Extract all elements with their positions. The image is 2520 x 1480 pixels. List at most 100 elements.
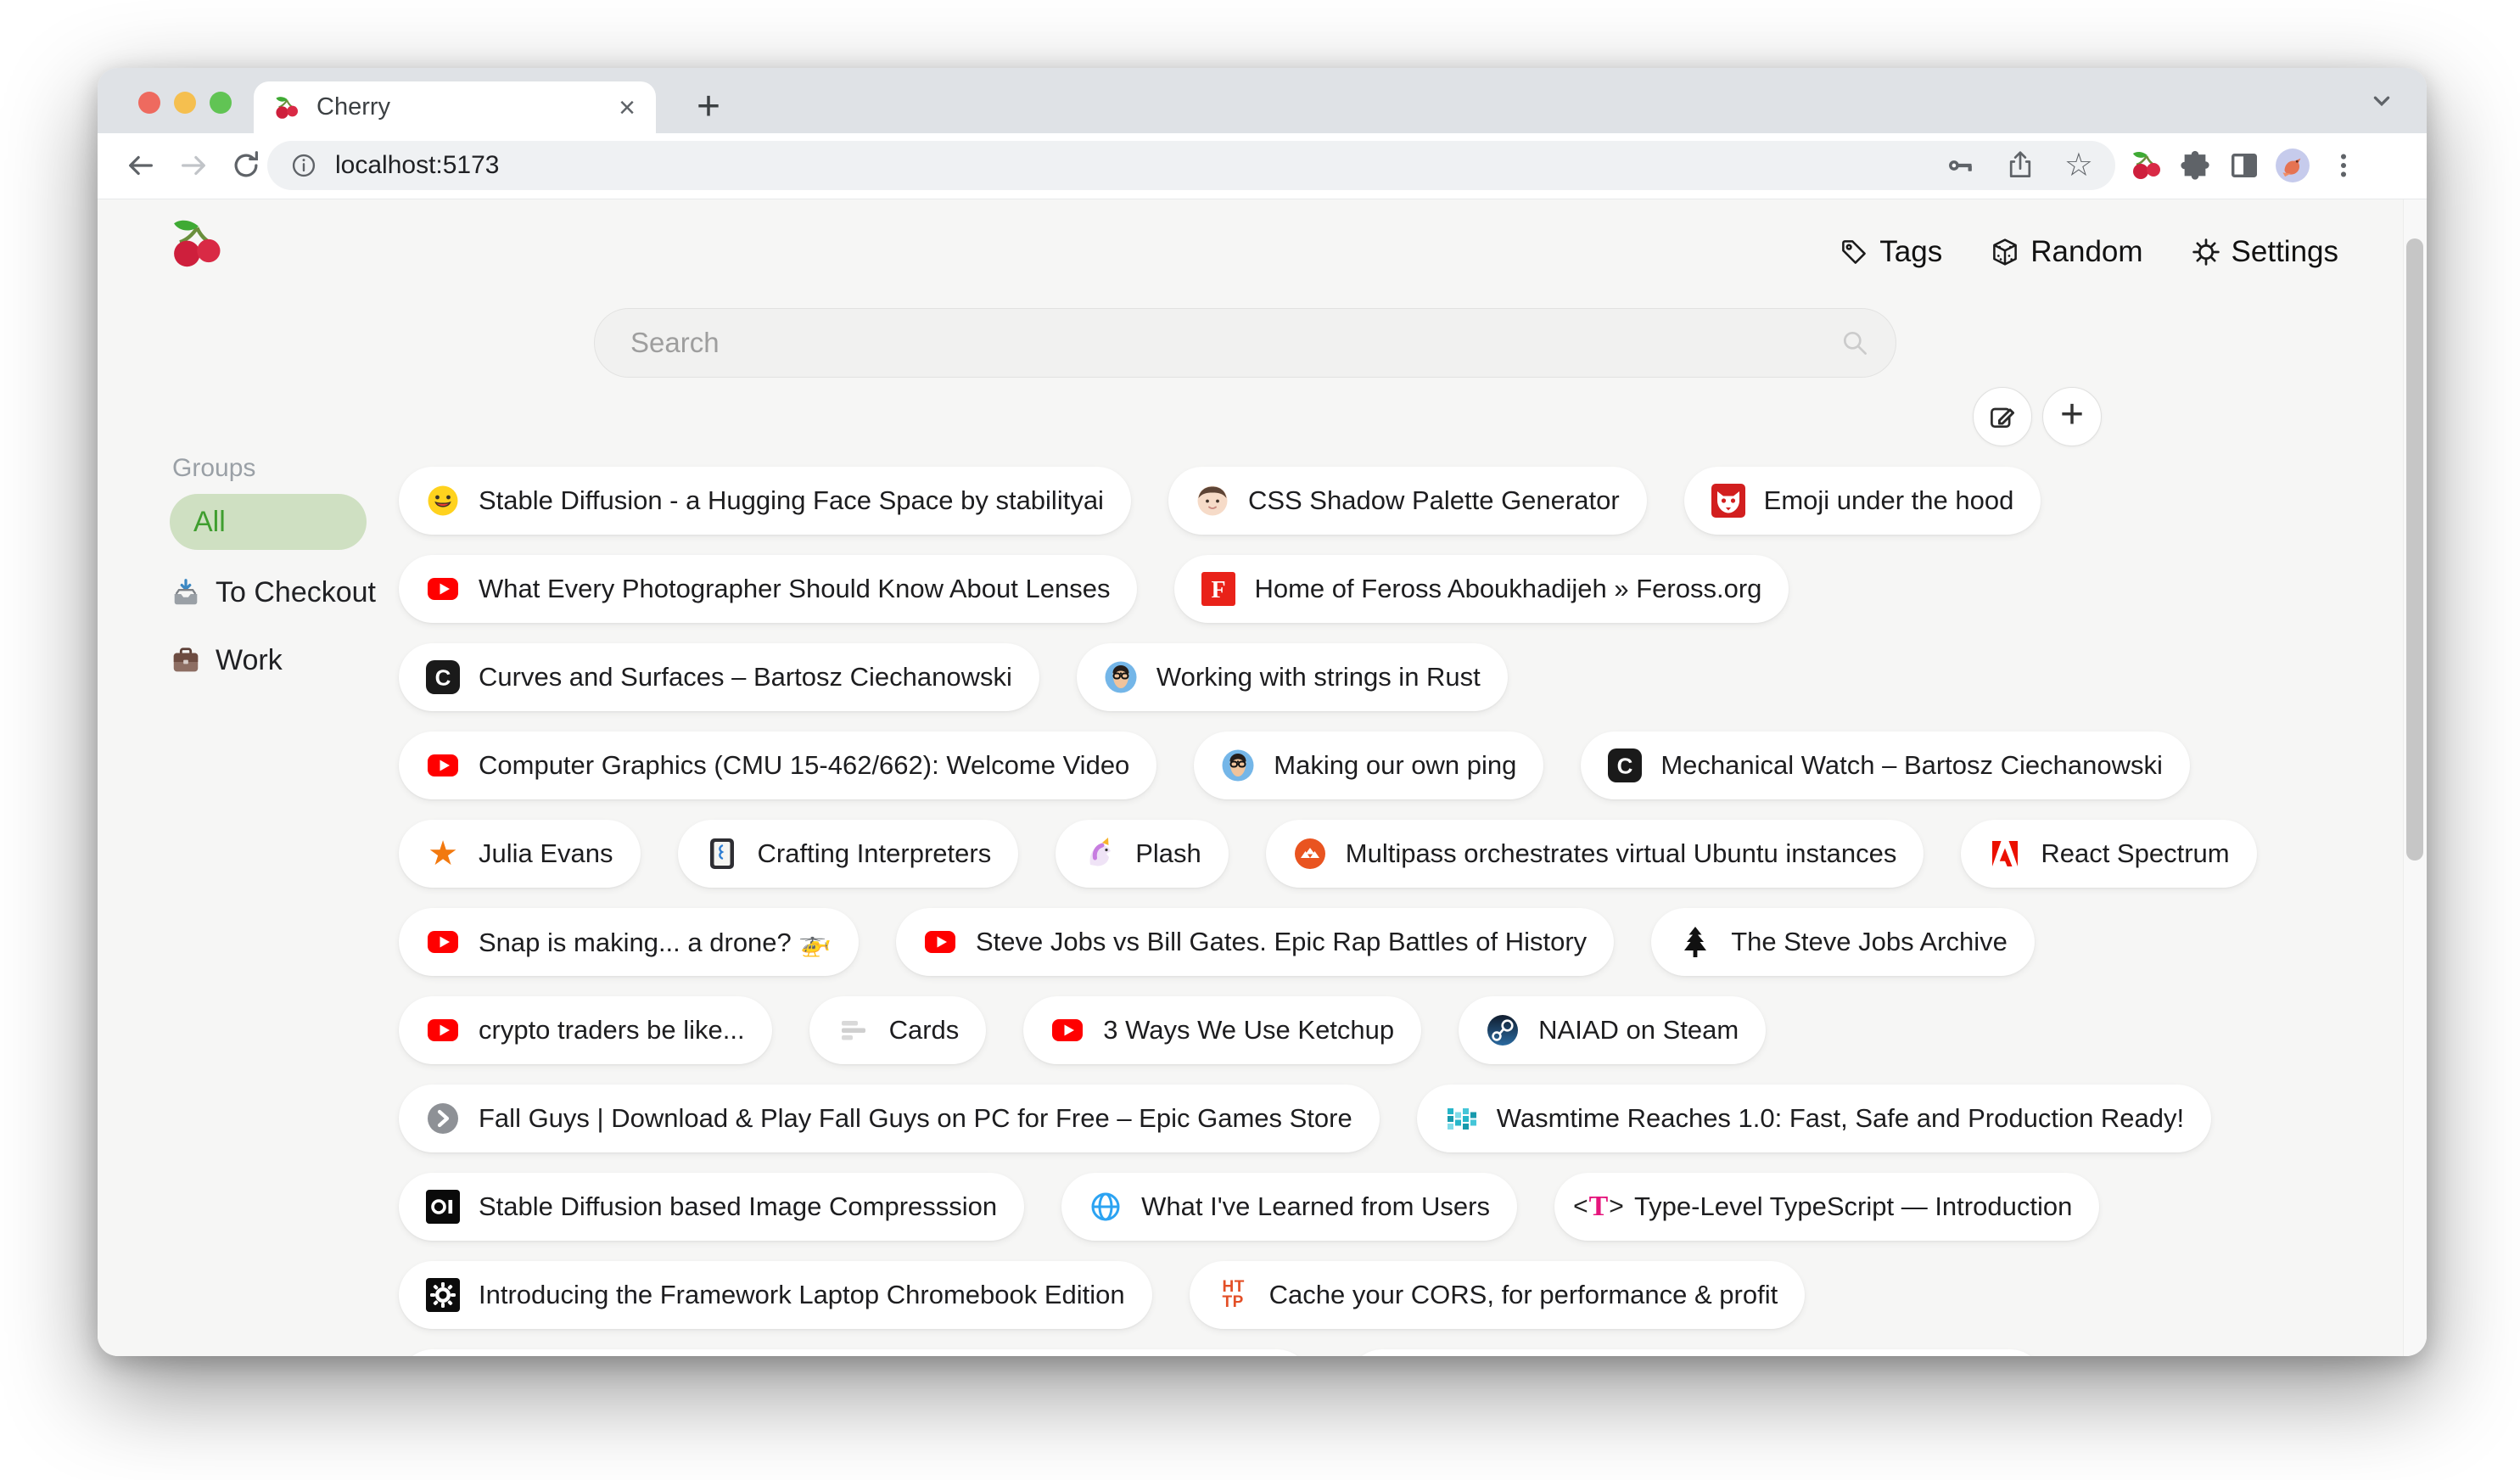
bookmark-label: What I've Learned from Users bbox=[1141, 1191, 1490, 1222]
profile-avatar[interactable] bbox=[2275, 148, 2310, 183]
bookmark-pill[interactable]: ★Julia Evans bbox=[399, 820, 641, 888]
search-input[interactable] bbox=[595, 327, 1840, 359]
address-bar[interactable]: localhost:5173 ☆ bbox=[267, 141, 2115, 190]
nav-item-settings[interactable]: Settings bbox=[2191, 235, 2338, 269]
bookmark-pill[interactable]: What I've Learned from Users bbox=[1061, 1173, 1517, 1241]
bookmark-pill[interactable]: C Curves and Surfaces – Bartosz Ciechanow… bbox=[399, 643, 1039, 711]
menu-kebab-icon[interactable] bbox=[2327, 149, 2360, 182]
edit-button[interactable] bbox=[1973, 387, 2032, 446]
cherry-logo-icon bbox=[170, 215, 227, 272]
youtube-icon bbox=[923, 925, 957, 959]
nav-item-tags[interactable]: Tags bbox=[1839, 235, 1942, 269]
sidebar-item-all[interactable]: All bbox=[170, 494, 367, 550]
multipass-icon bbox=[1293, 837, 1327, 871]
browser-toolbar: localhost:5173 ☆ bbox=[98, 133, 2427, 199]
bookmark-pill[interactable]: Making our own ping bbox=[1194, 732, 1543, 799]
bookmark-pill[interactable]: Working with strings in Rust bbox=[1077, 643, 1508, 711]
sidebar-label-all: All bbox=[193, 506, 226, 539]
bookmark-label: Steve Jobs vs Bill Gates. Epic Rap Battl… bbox=[976, 927, 1587, 957]
bookmark-pill[interactable]: Snap is making... a drone? 🚁 bbox=[399, 908, 859, 976]
black-c-icon: C bbox=[426, 660, 460, 694]
tab-search-chevron-icon[interactable] bbox=[2366, 85, 2398, 117]
boy-avatar-icon bbox=[1196, 484, 1229, 518]
bookmark-pill[interactable]: crypto traders be like... bbox=[399, 996, 772, 1064]
bookmark-pill-partial[interactable] bbox=[1348, 1349, 2044, 1356]
bookmark-label: Computer Graphics (CMU 15-462/662): Welc… bbox=[479, 750, 1129, 781]
bookmark-label: Home of Feross Aboukhadijeh » Feross.org bbox=[1254, 574, 1761, 604]
new-tab-button[interactable]: + bbox=[697, 83, 720, 130]
globe-icon bbox=[1089, 1190, 1123, 1224]
share-icon[interactable] bbox=[2005, 150, 2036, 181]
bookmark-pill[interactable]: Fall Guys | Download & Play Fall Guys on… bbox=[399, 1085, 1380, 1152]
traffic-lights bbox=[138, 92, 232, 114]
bookmark-label: What Every Photographer Should Know Abou… bbox=[479, 574, 1110, 604]
bookmark-pill[interactable]: HTTPCache your CORS, for performance & p… bbox=[1190, 1261, 1806, 1329]
sidebar-item-work[interactable]: Work bbox=[170, 644, 283, 677]
close-window-button[interactable] bbox=[138, 92, 160, 114]
zoom-window-button[interactable] bbox=[210, 92, 232, 114]
bookmark-pill[interactable]: Multipass orchestrates virtual Ubuntu in… bbox=[1266, 820, 1924, 888]
bookmark-pill[interactable]: Wasmtime Reaches 1.0: Fast, Safe and Pro… bbox=[1417, 1085, 2211, 1152]
groups-heading: Groups bbox=[172, 454, 255, 483]
bookmark-pill[interactable]: Introducing the Framework Laptop Chromeb… bbox=[399, 1261, 1152, 1329]
bookmark-row: Snap is making... a drone? 🚁 Steve Jobs v… bbox=[399, 908, 2257, 976]
bookmark-pill-partial[interactable] bbox=[399, 1349, 1311, 1356]
tab-title: Cherry bbox=[316, 93, 390, 121]
gear-icon bbox=[2191, 237, 2221, 267]
password-key-icon[interactable] bbox=[1946, 150, 1976, 181]
sidebar-label-to-checkout: To Checkout bbox=[216, 576, 376, 609]
bookmark-row: Introducing the Framework Laptop Chromeb… bbox=[399, 1261, 2257, 1329]
bookmark-label: CSS Shadow Palette Generator bbox=[1248, 485, 1620, 516]
page-scrollbar-track[interactable] bbox=[2403, 199, 2427, 1356]
bookmark-star-icon[interactable]: ☆ bbox=[2064, 150, 2093, 181]
youtube-icon bbox=[426, 1013, 460, 1047]
youtube-icon bbox=[426, 572, 460, 606]
bookmark-pill[interactable]: Stable Diffusion based Image Compresssio… bbox=[399, 1173, 1024, 1241]
bookmark-pill[interactable]: Computer Graphics (CMU 15-462/662): Welc… bbox=[399, 732, 1156, 799]
back-icon[interactable] bbox=[125, 149, 157, 182]
bookmark-pill[interactable]: Plash bbox=[1056, 820, 1229, 888]
bookmark-pill[interactable]: <T>Type-Level TypeScript — Introduction bbox=[1554, 1173, 2099, 1241]
typescript-t-icon: <T> bbox=[1582, 1190, 1616, 1224]
bookmark-pill[interactable]: React Spectrum bbox=[1961, 820, 2256, 888]
tree-icon bbox=[1678, 925, 1712, 959]
sidebar-item-to-checkout[interactable]: To Checkout bbox=[170, 576, 376, 609]
bookmark-pill[interactable]: FHome of Feross Aboukhadijeh » Feross.or… bbox=[1174, 555, 1789, 623]
bookmark-pill[interactable]: NAIAD on Steam bbox=[1459, 996, 1766, 1064]
bookmark-pill[interactable]: Emoji under the hood bbox=[1684, 467, 2041, 535]
bookmark-label: Stable Diffusion based Image Compresssio… bbox=[479, 1191, 997, 1222]
bookmark-pill[interactable]: CMechanical Watch – Bartosz Ciechanowski bbox=[1581, 732, 2190, 799]
page-scrollbar-thumb[interactable] bbox=[2406, 238, 2423, 861]
youtube-icon bbox=[426, 748, 460, 782]
cherry-extension-icon[interactable] bbox=[2131, 149, 2164, 182]
bookmark-pill[interactable]: Crafting Interpreters bbox=[678, 820, 1019, 888]
nav-item-random[interactable]: Random bbox=[1990, 235, 2142, 269]
bookmark-pill[interactable]: CSS Shadow Palette Generator bbox=[1168, 467, 1647, 535]
bookmark-pill[interactable]: What Every Photographer Should Know Abou… bbox=[399, 555, 1137, 623]
bookmark-pill[interactable]: Stable Diffusion - a Hugging Face Space … bbox=[399, 467, 1131, 535]
svg-text:C: C bbox=[1617, 754, 1633, 779]
briefcase-icon bbox=[170, 645, 202, 677]
bookmark-label: Curves and Surfaces – Bartosz Ciechanows… bbox=[479, 662, 1012, 692]
site-info-icon[interactable] bbox=[289, 151, 318, 180]
tab-close-icon[interactable]: × bbox=[619, 93, 636, 122]
bookmark-pill[interactable]: The Steve Jobs Archive bbox=[1651, 908, 2035, 976]
bookmark-pill[interactable]: 3 Ways We Use Ketchup bbox=[1023, 996, 1421, 1064]
youtube-icon bbox=[1050, 1013, 1084, 1047]
nav-label-random: Random bbox=[2030, 235, 2142, 269]
reload-icon[interactable] bbox=[230, 149, 262, 182]
bookmark-pill[interactable]: Cards bbox=[809, 996, 987, 1064]
bookmark-pill[interactable]: Steve Jobs vs Bill Gates. Epic Rap Battl… bbox=[896, 908, 1614, 976]
minimize-window-button[interactable] bbox=[174, 92, 196, 114]
httptoolkit-icon: HTTP bbox=[1217, 1278, 1251, 1312]
add-button[interactable]: + bbox=[2042, 387, 2102, 446]
bookmark-label: Snap is making... a drone? 🚁 bbox=[479, 927, 832, 958]
epic-icon bbox=[426, 1102, 460, 1135]
tab-cherry[interactable]: Cherry × bbox=[254, 81, 656, 133]
extensions-puzzle-icon[interactable] bbox=[2179, 149, 2211, 182]
red-mask-icon bbox=[1711, 484, 1745, 518]
side-panel-icon[interactable] bbox=[2228, 149, 2260, 182]
bookmark-row: Stable Diffusion based Image Compresssio… bbox=[399, 1173, 2257, 1241]
page-content: Tags Random Settings + Groups All bbox=[98, 199, 2427, 1356]
bookmark-rows: Stable Diffusion - a Hugging Face Space … bbox=[399, 467, 2257, 1356]
